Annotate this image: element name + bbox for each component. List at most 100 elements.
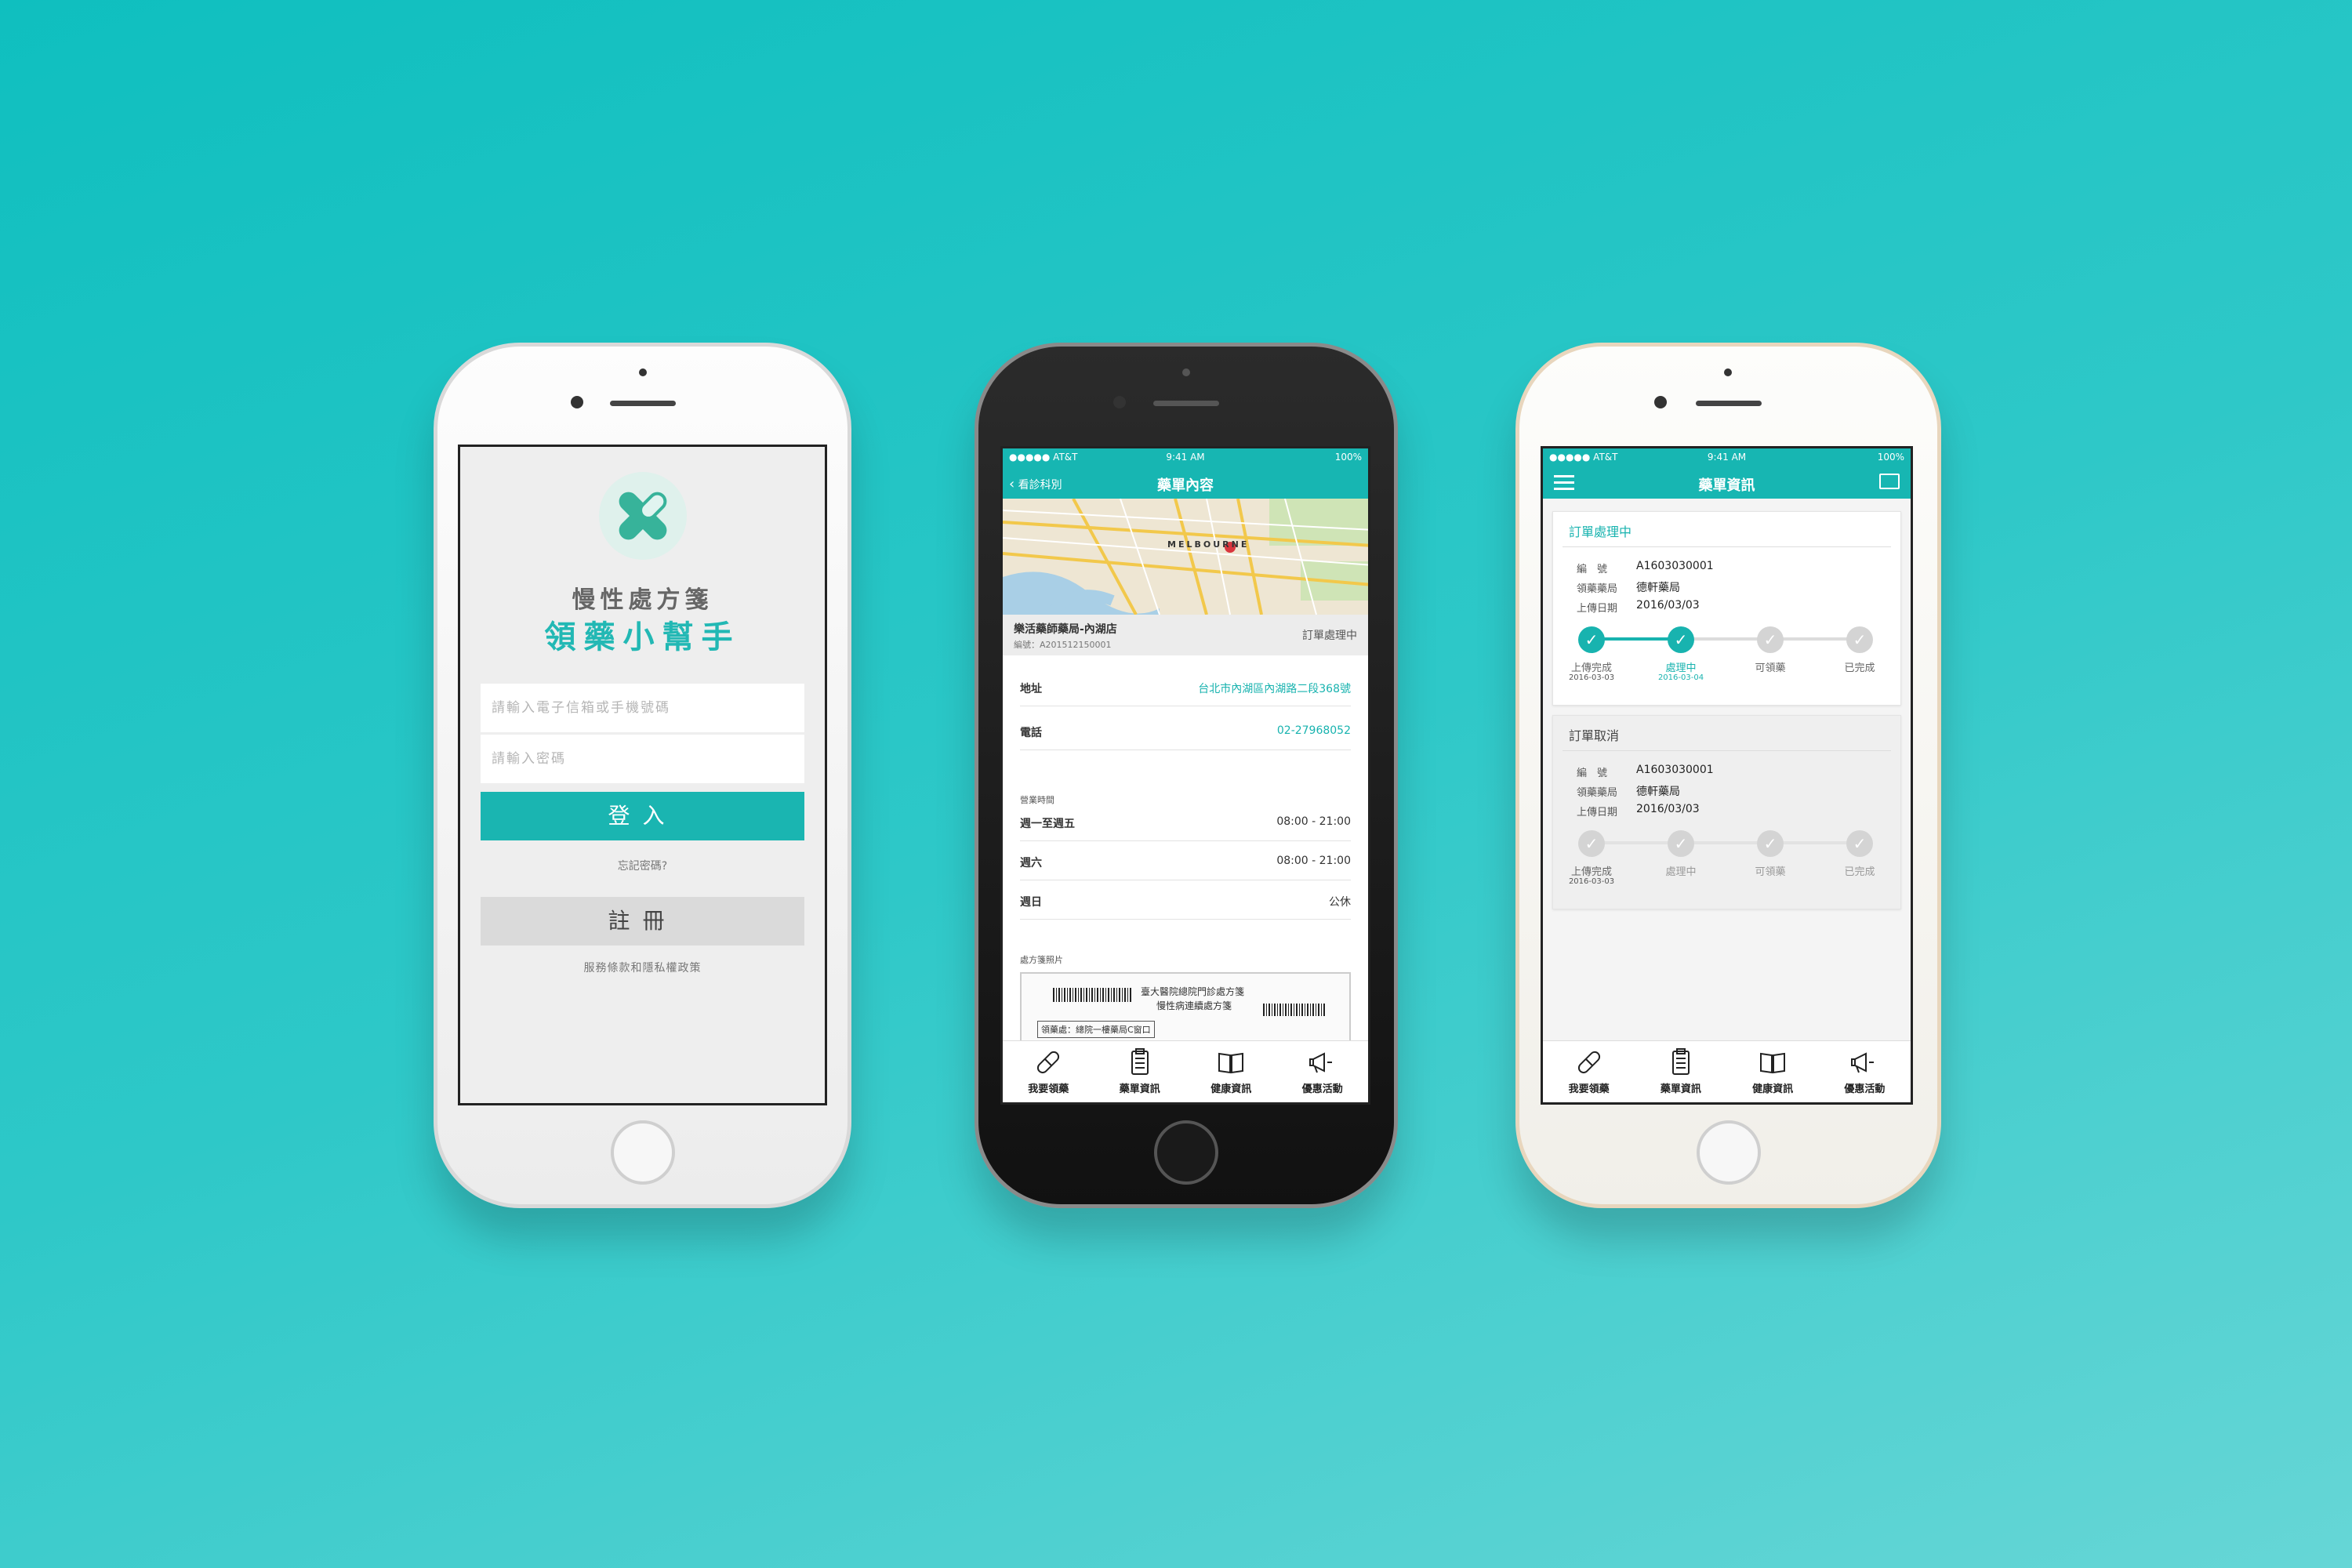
- book-icon: [1218, 1052, 1244, 1074]
- hours-time: 公休: [1329, 896, 1351, 909]
- email-field[interactable]: 請輸入電子信箱或手機號碼: [481, 684, 804, 732]
- app-subtitle: 慢性處方箋: [572, 586, 713, 614]
- tab-get-medicine[interactable]: 我要領藥: [1003, 1041, 1094, 1102]
- book-icon: [1760, 1052, 1786, 1074]
- pharmacy-value: 德軒藥局: [1636, 582, 1680, 594]
- pharmacy-name: 樂活藥師藥局-內湖店: [1014, 623, 1117, 636]
- prescription-pickup: 領藥處：總院一樓藥局C窗口: [1037, 1021, 1155, 1038]
- order-no-label: 編 號: [1577, 564, 1608, 575]
- map-city-label: MELBOURNE: [1167, 539, 1250, 550]
- address-row: 地址 台北市內湖區內湖路二段368號: [1020, 668, 1351, 706]
- upload-date-label: 上傳日期: [1577, 603, 1618, 615]
- pill-icon: [1577, 1051, 1600, 1074]
- order-status-header: 訂單取消: [1569, 728, 1620, 743]
- tab-promotions[interactable]: 優惠活動: [1819, 1041, 1911, 1102]
- tab-label: 我要領藥: [1568, 1083, 1610, 1095]
- step-label: 處理中: [1665, 866, 1697, 878]
- tab-promotions[interactable]: 優惠活動: [1277, 1041, 1369, 1102]
- tab-bar: 我要領藥 藥單資訊 健康資訊 優惠活動: [1543, 1040, 1911, 1102]
- prescription-subtitle: 慢性病連續處方箋: [1156, 1000, 1232, 1011]
- step-date: 2016-03-03: [1568, 877, 1615, 886]
- divider: [1563, 750, 1891, 751]
- home-button[interactable]: [610, 1120, 675, 1185]
- megaphone-icon: [1308, 1052, 1332, 1073]
- step-label: 處理中: [1665, 662, 1697, 674]
- barcode: [1263, 1004, 1326, 1016]
- hours-day: 週日: [1020, 896, 1042, 909]
- battery: 100%: [1877, 452, 1904, 463]
- step-check-icon: ✓: [1578, 626, 1605, 653]
- home-button[interactable]: [1696, 1120, 1761, 1185]
- phone-gold: ●●●●● AT&T 9:41 AM 100% 藥單資訊 訂單處理中 編 號 A…: [1515, 343, 1941, 1208]
- step-check-icon: ✓: [1846, 830, 1873, 857]
- step-label: 已完成: [1844, 866, 1875, 878]
- hours-row: 週日 公休: [1020, 881, 1351, 920]
- sensor-dot: [1724, 368, 1732, 376]
- nav-bar: ‹ 看診科別 藥單內容: [1003, 466, 1368, 499]
- phone-link[interactable]: 02-27968052: [1277, 724, 1351, 737]
- tab-label: 健康資訊: [1210, 1083, 1252, 1095]
- home-button[interactable]: [1154, 1120, 1218, 1185]
- upload-date-label: 上傳日期: [1577, 807, 1618, 818]
- register-button[interactable]: 註冊: [481, 897, 804, 946]
- order-number: 編號：A201512150001: [1014, 640, 1112, 650]
- clock: 9:41 AM: [1707, 452, 1747, 463]
- page-title: 藥單內容: [1157, 477, 1214, 494]
- terms-link[interactable]: 服務條款和隱私權政策: [460, 960, 825, 975]
- hours-time: 08:00 - 21:00: [1276, 815, 1351, 828]
- forgot-password-link[interactable]: 忘記密碼?: [460, 858, 825, 873]
- upload-date-value: 2016/03/03: [1636, 803, 1700, 815]
- tab-get-medicine[interactable]: 我要領藥: [1543, 1041, 1635, 1102]
- phone-row: 電話 02-27968052: [1020, 712, 1351, 750]
- step-date: 2016-03-04: [1657, 673, 1704, 682]
- step-check-icon: ✓: [1846, 626, 1873, 653]
- step-label: 已完成: [1844, 662, 1875, 674]
- login-button[interactable]: 登入: [481, 792, 804, 840]
- address-link[interactable]: 台北市內湖區內湖路二段368號: [1198, 681, 1351, 696]
- tab-label: 我要領藥: [1028, 1083, 1069, 1095]
- pharmacy-value: 德軒藥局: [1636, 786, 1680, 798]
- sensor-dot: [639, 368, 647, 376]
- divider: [1563, 546, 1891, 547]
- phone-black: ●●●●● AT&T 9:41 AM 100% ‹ 看診科別 藥單內容 MELB…: [975, 343, 1398, 1208]
- hours-day: 週一至週五: [1020, 818, 1075, 830]
- password-field[interactable]: 請輸入密碼: [481, 735, 804, 783]
- photo-title: 處方箋照片: [1020, 955, 1063, 965]
- status-bar: ●●●●● AT&T 9:41 AM 100%: [1003, 448, 1368, 466]
- page-title: 藥單資訊: [1698, 477, 1755, 494]
- chat-icon[interactable]: [1879, 474, 1900, 489]
- hours-row: 週一至週五 08:00 - 21:00: [1020, 803, 1351, 841]
- pharmacy-map[interactable]: MELBOURNE: [1003, 499, 1368, 615]
- tab-health-info[interactable]: 健康資訊: [1727, 1041, 1819, 1102]
- tab-bar: 我要領藥 藥單資訊 健康資訊 優惠活動: [1003, 1040, 1368, 1102]
- tab-prescription-info[interactable]: 藥單資訊: [1094, 1041, 1186, 1102]
- progress-steps: ✓ ✓ ✓ ✓ 上傳完成 2016-03-03 處理中 2016-03-04 可…: [1563, 623, 1891, 686]
- front-camera: [1113, 396, 1126, 408]
- step-check-icon: ✓: [1668, 626, 1694, 653]
- step-label: 上傳完成: [1570, 662, 1612, 674]
- order-card[interactable]: 訂單取消 編 號 A1603030001 領藥藥局 德軒藥局 上傳日期 2016…: [1552, 715, 1901, 909]
- clipboard-icon: [1131, 1048, 1149, 1075]
- front-camera: [1654, 396, 1667, 408]
- step-check-icon: ✓: [1757, 626, 1784, 653]
- tab-label: 藥單資訊: [1660, 1083, 1701, 1095]
- earpiece-speaker: [1695, 401, 1762, 406]
- step-label: 可領藥: [1755, 662, 1786, 674]
- order-no-value: A1603030001: [1636, 764, 1714, 776]
- phone-label: 電話: [1020, 727, 1042, 739]
- step-label: 上傳完成: [1570, 866, 1612, 878]
- front-camera: [571, 396, 583, 408]
- pill-icon: [1037, 1051, 1060, 1074]
- order-card[interactable]: 訂單處理中 編 號 A1603030001 領藥藥局 德軒藥局 上傳日期 201…: [1552, 511, 1901, 706]
- tab-label: 優惠活動: [1844, 1083, 1886, 1095]
- tab-health-info[interactable]: 健康資訊: [1185, 1041, 1277, 1102]
- upload-date-value: 2016/03/03: [1636, 599, 1700, 612]
- tab-prescription-info[interactable]: 藥單資訊: [1635, 1041, 1726, 1102]
- pharmacy-header: 樂活藥師藥局-內湖店 編號：A201512150001 訂單處理中: [1003, 615, 1368, 655]
- nav-bar: 藥單資訊: [1543, 466, 1911, 499]
- tab-label: 優惠活動: [1301, 1083, 1343, 1095]
- step-check-icon: ✓: [1668, 830, 1694, 857]
- hours-time: 08:00 - 21:00: [1276, 855, 1351, 867]
- status-bar: ●●●●● AT&T 9:41 AM 100%: [1543, 448, 1911, 466]
- clipboard-icon: [1671, 1048, 1690, 1075]
